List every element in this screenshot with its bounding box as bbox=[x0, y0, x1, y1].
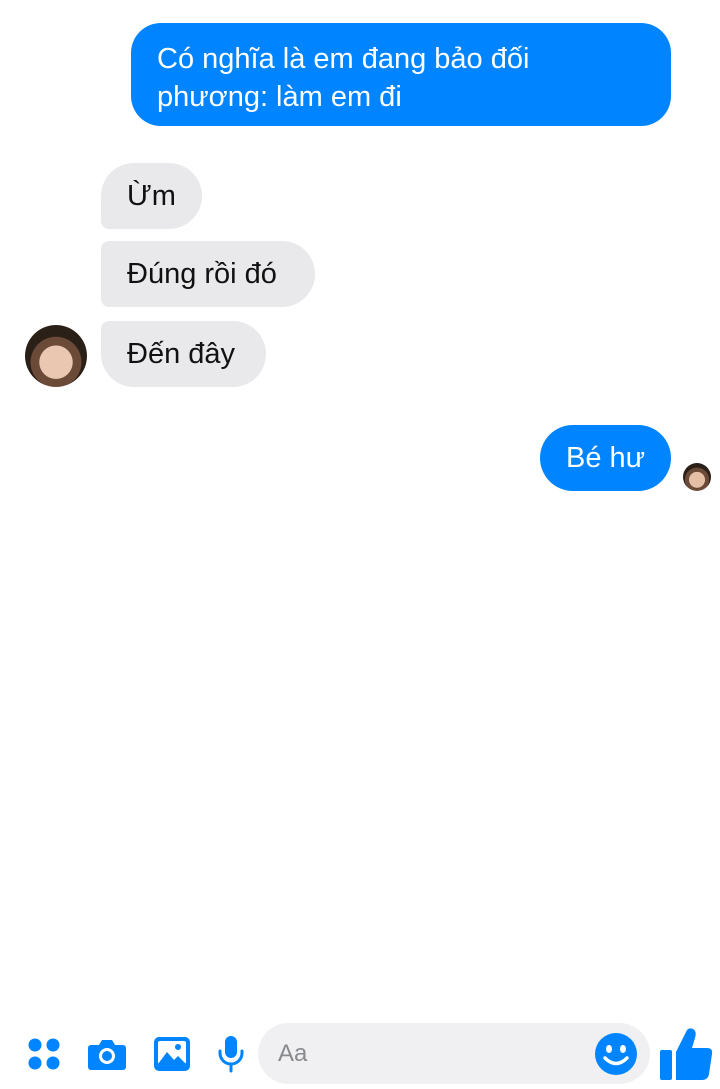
apps-grid-icon[interactable] bbox=[24, 1032, 64, 1076]
message-input[interactable] bbox=[278, 1023, 578, 1084]
image-icon[interactable] bbox=[152, 1032, 192, 1076]
contact-avatar[interactable] bbox=[25, 325, 87, 387]
seen-receipt-avatar bbox=[683, 463, 711, 491]
incoming-message[interactable]: Đến đây bbox=[101, 321, 266, 387]
camera-icon[interactable] bbox=[87, 1032, 127, 1076]
outgoing-message[interactable]: Có nghĩa là em đang bảo đối phương: làm … bbox=[131, 23, 671, 126]
outgoing-message[interactable]: Bé hư bbox=[540, 425, 671, 491]
smiley-emoji-icon[interactable] bbox=[594, 1032, 638, 1076]
thumbs-up-icon[interactable] bbox=[658, 1024, 714, 1084]
incoming-message[interactable]: Đúng rồi đó bbox=[101, 241, 315, 307]
message-input-box[interactable] bbox=[258, 1023, 650, 1084]
message-thread: Có nghĩa là em đang bảo đối phương: làm … bbox=[0, 0, 720, 510]
microphone-icon[interactable] bbox=[211, 1032, 251, 1076]
composer-bar bbox=[0, 510, 720, 1084]
incoming-message[interactable]: Ừm bbox=[101, 163, 202, 229]
